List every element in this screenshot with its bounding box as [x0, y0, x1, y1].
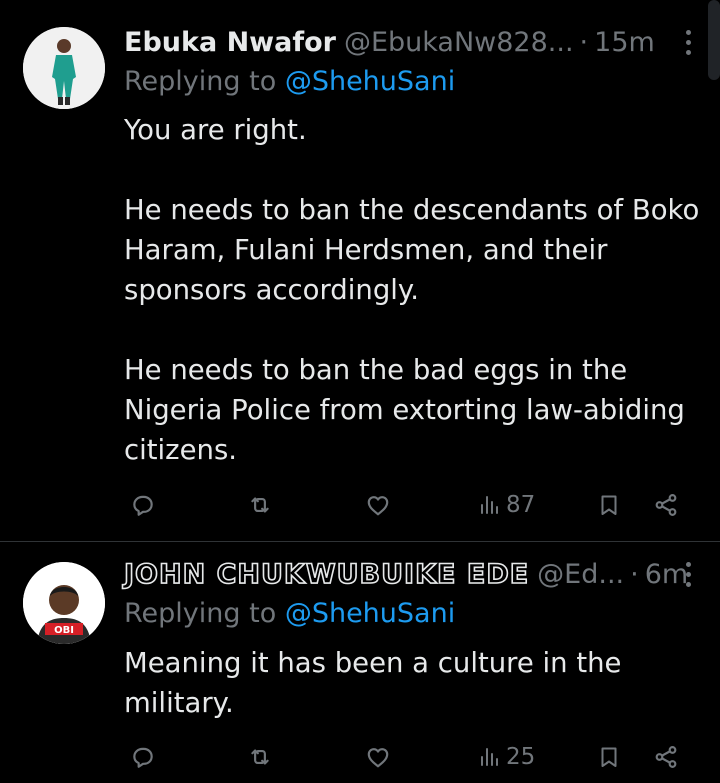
obi-campaign-photo-icon: OBI [23, 562, 105, 644]
tweet-header: JOHN CHUKWUBUIKE EDE @Ed... · 6m [123, 554, 700, 594]
author-name[interactable]: JOHN CHUKWUBUIKE EDE [123, 558, 529, 591]
like-button[interactable] [364, 485, 392, 525]
separator-dot: · [630, 558, 639, 590]
share-button[interactable] [652, 737, 680, 777]
action-bar: 25 [124, 737, 684, 777]
retweet-icon [251, 749, 269, 765]
tweet-item[interactable]: Ebuka Nwafor @EbukaNw828... · 15m Replyi… [0, 0, 720, 541]
share-icon [655, 494, 677, 516]
bookmark-button[interactable] [597, 485, 621, 525]
views-count: 87 [506, 492, 536, 518]
obi-badge-text: OBI [54, 625, 74, 636]
tweet-item[interactable]: OBI JOHN CHUKWUBUIKE EDE @Ed... · 6m Rep… [0, 542, 720, 783]
tweet-text: Meaning it has been a culture in the mil… [124, 643, 700, 723]
replying-to-line: Replying to @ShehuSani [124, 66, 455, 97]
man-in-green-outfit-icon [23, 27, 105, 109]
tweet-paragraph: You are right. [124, 114, 307, 146]
tweet-paragraph: He needs to ban the descendants of Boko … [124, 194, 700, 306]
tweet-header: Ebuka Nwafor @EbukaNw828... · 15m [124, 22, 700, 62]
timestamp[interactable]: 15m [594, 27, 655, 58]
tweet-text: You are right. He needs to ban the desce… [124, 110, 700, 470]
views-button[interactable]: 87 [478, 485, 535, 525]
like-button[interactable] [364, 737, 392, 777]
heart-icon [367, 496, 389, 516]
bookmark-button[interactable] [597, 737, 621, 777]
reply-feed: Ebuka Nwafor @EbukaNw828... · 15m Replyi… [0, 0, 720, 783]
avatar[interactable]: OBI [23, 562, 105, 644]
reply-button[interactable] [130, 737, 156, 777]
reply-button[interactable] [130, 485, 156, 525]
mention-link[interactable]: @ShehuSani [285, 66, 455, 97]
bookmark-icon [601, 747, 617, 767]
more-options-icon[interactable] [676, 22, 700, 62]
views-chart-icon [481, 748, 498, 766]
tweet-paragraph: He needs to ban the bad eggs in the Nige… [124, 354, 685, 466]
reply-icon [133, 747, 153, 768]
views-chart-icon [481, 496, 498, 514]
action-bar: 87 [124, 485, 684, 525]
separator-dot: · [579, 26, 589, 58]
share-button[interactable] [652, 485, 680, 525]
author-name[interactable]: Ebuka Nwafor [124, 27, 336, 58]
author-handle[interactable]: @EbukaNw828... [344, 27, 574, 58]
bookmark-icon [601, 495, 617, 515]
heart-icon [367, 748, 389, 768]
views-count: 25 [506, 744, 536, 770]
retweet-icon [251, 497, 269, 513]
replying-to-label: Replying to [124, 598, 285, 629]
avatar[interactable] [23, 27, 105, 109]
retweet-button[interactable] [246, 485, 274, 525]
share-icon [655, 746, 677, 768]
replying-to-line: Replying to @ShehuSani [124, 598, 455, 629]
tweet-paragraph: Meaning it has been a culture in the mil… [124, 647, 622, 719]
more-options-icon[interactable] [676, 554, 700, 594]
author-handle[interactable]: @Ed... [537, 559, 624, 590]
replying-to-label: Replying to [124, 66, 285, 97]
mention-link[interactable]: @ShehuSani [285, 598, 455, 629]
retweet-button[interactable] [246, 737, 274, 777]
reply-icon [133, 495, 153, 516]
views-button[interactable]: 25 [478, 737, 535, 777]
